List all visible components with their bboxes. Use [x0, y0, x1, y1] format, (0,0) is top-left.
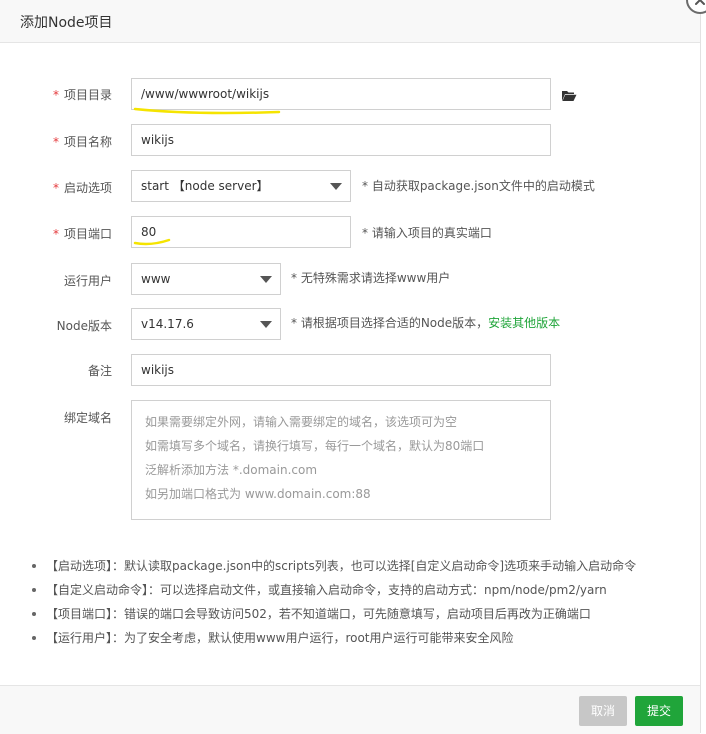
domain-label-text: 绑定域名	[63, 411, 112, 425]
domain-placeholder-line: 泛解析添加方法 *.domain.com	[145, 463, 318, 477]
yellow-highlight-stroke	[133, 107, 281, 115]
submit-button[interactable]: 提交	[635, 696, 683, 726]
project-port-label: * 项目端口	[0, 225, 112, 242]
required-mark: *	[52, 88, 59, 102]
chevron-down-icon	[330, 183, 342, 190]
remark-label-text: 备注	[87, 364, 112, 378]
close-icon	[695, 0, 705, 5]
domain-textarea[interactable]: 如果需要绑定外网，请输入需要绑定的域名，该选项可为空 如需填写多个域名，请换行填…	[131, 400, 551, 520]
add-node-project-dialog: 添加Node项目 * 项目目录 /www/wwwroot/wikijs * 项目名称…	[0, 0, 701, 734]
remark-label: 备注	[0, 362, 112, 379]
list-item: 【启动选项】：默认读取package.json中的scripts列表，也可以选择…	[30, 556, 690, 580]
help-notes-list: 【启动选项】：默认读取package.json中的scripts列表，也可以选择…	[30, 556, 690, 652]
node-version-hint: * 请根据项目选择合适的Node版本，安装其他版本	[291, 314, 560, 331]
start-option-value: start 【node server】	[141, 179, 269, 193]
project-name-label: * 项目名称	[0, 133, 112, 150]
start-option-label-text: 启动选项	[63, 181, 112, 195]
dialog-title: 添加Node项目	[20, 15, 113, 31]
yellow-highlight-stroke	[133, 238, 171, 246]
start-option-select[interactable]: start 【node server】	[131, 170, 351, 202]
domain-label: 绑定域名	[0, 409, 112, 426]
run-user-select[interactable]: www	[131, 263, 281, 295]
dialog-titlebar: 添加Node项目	[0, 0, 700, 43]
project-port-hint: * 请输入项目的真实端口	[362, 226, 492, 240]
node-version-label-text: Node版本	[56, 319, 112, 333]
list-item: 【运行用户】：为了安全考虑，默认使用www用户运行，root用户运行可能带来安全…	[30, 628, 690, 652]
node-version-hint-text: * 请根据项目选择合适的Node版本，	[291, 316, 489, 330]
required-mark: *	[52, 181, 59, 195]
cancel-button[interactable]: 取消	[579, 696, 627, 726]
start-option-label: * 启动选项	[0, 179, 112, 196]
folder-open-icon[interactable]	[561, 87, 577, 106]
domain-placeholder-line: 如另加端口格式为 www.domain.com:88	[145, 487, 371, 501]
project-dir-label-text: 项目目录	[63, 88, 112, 102]
run-user-hint: * 无特殊需求请选择www用户	[291, 271, 451, 285]
node-version-select[interactable]: v14.17.6	[131, 308, 281, 340]
required-mark: *	[52, 227, 59, 241]
dialog-footer: 取消 提交	[0, 685, 700, 734]
list-item: 【项目端口】：错误的端口会导致访问502，若不知道端口，可先随意填写，启动项目后…	[30, 604, 690, 628]
remark-input[interactable]: wikijs	[131, 354, 551, 386]
node-version-label: Node版本	[0, 317, 112, 334]
node-version-value: v14.17.6	[141, 317, 194, 331]
domain-placeholder-line: 如果需要绑定外网，请输入需要绑定的域名，该选项可为空	[145, 415, 458, 429]
chevron-down-icon	[260, 276, 272, 283]
start-option-hint: * 自动获取package.json文件中的启动模式	[362, 179, 595, 193]
run-user-value: www	[141, 272, 171, 286]
project-dir-label: * 项目目录	[0, 86, 112, 103]
install-other-versions-link[interactable]: 安装其他版本	[488, 316, 560, 330]
project-name-label-text: 项目名称	[63, 135, 112, 149]
run-user-label-text: 运行用户	[63, 274, 112, 288]
chevron-down-icon	[260, 321, 272, 328]
project-name-input[interactable]: wikijs	[131, 124, 551, 156]
run-user-label: 运行用户	[0, 272, 112, 289]
project-port-label-text: 项目端口	[63, 227, 112, 241]
required-mark: *	[52, 135, 59, 149]
list-item: 【自定义启动命令】：可以选择启动文件，或直接输入启动命令，支持的启动方式：npm…	[30, 580, 690, 604]
domain-placeholder-line: 如需填写多个域名，请换行填写，每行一个域名，默认为80端口	[145, 439, 485, 453]
